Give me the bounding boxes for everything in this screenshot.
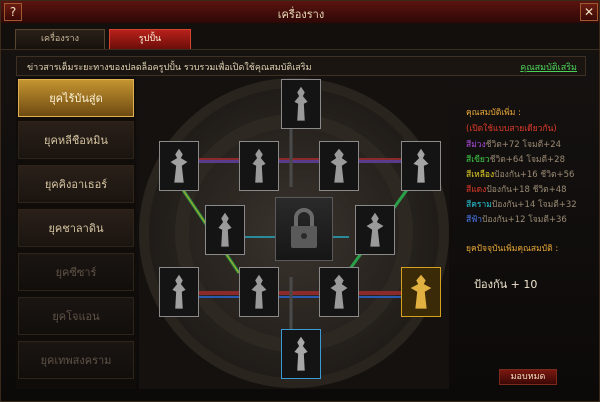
dismiss-button[interactable]: มอบหมด bbox=[499, 369, 557, 385]
attribute-line-cyan: สีครามป้องกัน+14 โจมตี+32 bbox=[466, 200, 577, 210]
close-button[interactable]: ✕ bbox=[580, 3, 598, 21]
statue-slot-row3-3[interactable] bbox=[319, 267, 359, 317]
era-item-6[interactable]: ยุคโจแอน bbox=[18, 297, 134, 335]
era-sidebar: ยุคไร้บันสู่ด ยุคหลีชือหมิน ยุคคิงอาเธอร… bbox=[16, 77, 136, 389]
era-item-4[interactable]: ยุคชาลาดิน bbox=[18, 209, 134, 247]
statue-figure-icon bbox=[410, 274, 432, 309]
statue-figure-icon bbox=[330, 274, 348, 309]
center-lock-slot bbox=[275, 197, 333, 261]
era-item-2[interactable]: ยุคหลีชือหมิน bbox=[18, 121, 134, 159]
attribute-heading: คุณสมบัติเพิ่ม : bbox=[466, 108, 521, 118]
era-item-1[interactable]: ยุคไร้บันสู่ด bbox=[18, 79, 134, 117]
statue-slot-row1-4[interactable] bbox=[401, 141, 441, 191]
statue-figure-icon bbox=[252, 148, 266, 183]
statue-figure-icon bbox=[413, 148, 429, 183]
statue-slot-row1-2[interactable] bbox=[239, 141, 279, 191]
statue-figure-icon bbox=[366, 212, 384, 247]
title-bar: ? เครื่องราง ✕ bbox=[1, 1, 599, 24]
statue-slot-row1-3[interactable] bbox=[319, 141, 359, 191]
tab-amulet[interactable]: เครื่องราง bbox=[15, 29, 105, 49]
attribute-line-blue: สีฟ้าป้องกัน+12 โจมตี+36 bbox=[466, 215, 567, 225]
statue-slot-top[interactable] bbox=[281, 79, 321, 129]
statue-figure-icon bbox=[170, 148, 188, 183]
attribute-line-red: สีแดงป้องกัน+18 ชีวิต+48 bbox=[466, 185, 567, 195]
era-item-7[interactable]: ยุคเทพสงคราม bbox=[18, 341, 134, 379]
tab-statue[interactable]: รูปปั้น bbox=[109, 29, 191, 49]
attribute-line-purple: สีม่วงชีวิต+72 โจมตี+24 bbox=[466, 140, 562, 150]
era-bonus-value: ป้องกัน + 10 bbox=[474, 278, 538, 291]
lock-icon bbox=[291, 208, 317, 248]
info-text: ข่าวสารเต็มระยะทางของปลดล็อครูปปั้น รวบร… bbox=[27, 63, 312, 73]
statue-slot-bottom-selected[interactable] bbox=[281, 329, 321, 379]
statue-slot-mid-right[interactable] bbox=[355, 205, 395, 255]
window-title: เครื่องราง bbox=[277, 8, 325, 21]
info-bar: ข่าวสารเต็มระยะทางของปลดล็อครูปปั้น รวบร… bbox=[16, 56, 586, 76]
extra-attributes-link[interactable]: คุณสมบัติเสริม bbox=[520, 60, 577, 74]
statue-slot-row1-1[interactable] bbox=[159, 141, 199, 191]
era-bonus-heading: ยุคปัจจุบันเพิ่มคุณสมบัติ : bbox=[466, 244, 559, 254]
statue-slot-mid-left[interactable] bbox=[205, 205, 245, 255]
attribute-panel: คุณสมบัติเพิ่ม : (เปิดใช้แบบสายเดียวกัน)… bbox=[456, 77, 591, 389]
tab-bar: เครื่องราง รูปปั้น bbox=[1, 23, 599, 50]
statue-slot-row3-4-gold[interactable] bbox=[401, 267, 441, 317]
statue-figure-icon bbox=[330, 148, 348, 183]
statue-board bbox=[139, 77, 449, 389]
attribute-subheading: (เปิดใช้แบบสายเดียวกัน) bbox=[466, 124, 557, 134]
statue-slot-row3-1[interactable] bbox=[159, 267, 199, 317]
statue-window: ? เครื่องราง ✕ เครื่องราง รูปปั้น ข่าวสา… bbox=[0, 0, 600, 402]
attribute-line-yellow: สีเหลืองป้องกัน+16 ชีวิต+56 bbox=[466, 170, 575, 180]
statue-figure-icon bbox=[218, 212, 232, 247]
statue-figure-icon bbox=[251, 274, 267, 309]
era-item-3[interactable]: ยุคคิงอาเธอร์ bbox=[18, 165, 134, 203]
statue-figure-icon bbox=[294, 86, 308, 121]
statue-figure-icon bbox=[172, 274, 186, 309]
era-item-5[interactable]: ยุคซีซาร์ bbox=[18, 253, 134, 291]
statue-slot-row3-2[interactable] bbox=[239, 267, 279, 317]
statue-figure-icon bbox=[294, 336, 308, 371]
attribute-line-green: สีเขียวชีวิต+64 โจมตี+28 bbox=[466, 155, 565, 165]
